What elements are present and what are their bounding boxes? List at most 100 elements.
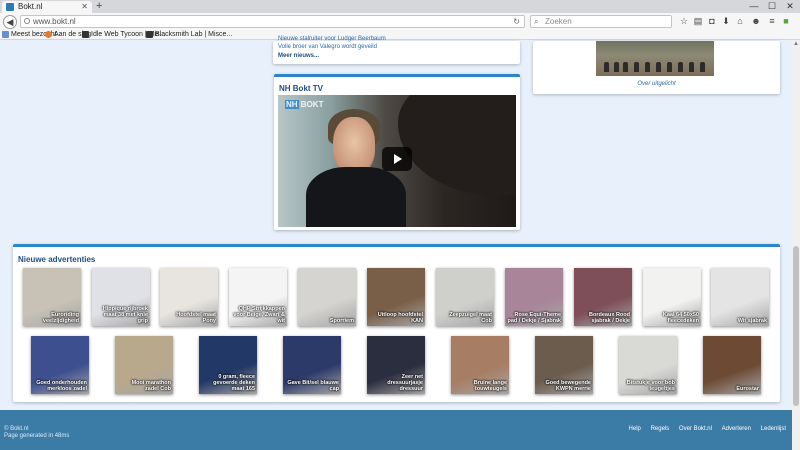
uitgelicht-panel: Over uitgelicht	[533, 41, 780, 94]
copyright: © Bokt.nl	[4, 426, 29, 432]
minimize-icon[interactable]: —	[744, 0, 764, 12]
ad-caption: Sporriem	[329, 318, 354, 324]
ad-tile[interactable]: Bordeaux Rood sjabrak / Dekje	[574, 268, 632, 326]
ads-title: Nieuwe advertenties	[18, 255, 96, 264]
search-placeholder: Zoeken	[545, 17, 572, 26]
reload-icon[interactable]: ↻	[513, 16, 520, 27]
pocket-icon[interactable]: ◘	[706, 14, 718, 28]
ad-tile[interactable]: Mooi marathon zadel Cob	[115, 336, 173, 394]
close-window-icon[interactable]: ✕	[780, 0, 800, 12]
ad-tile[interactable]: Zeepzuigel maat Cob	[436, 268, 494, 326]
footer: © Bokt.nl Page generated in 48ms Help Re…	[0, 410, 792, 450]
page-generated-text: Page generated in 48ms	[4, 433, 70, 439]
ad-caption: Bitstukje voor bob teugeltjes	[626, 380, 675, 392]
reading-list-icon[interactable]: ▤	[692, 14, 704, 28]
search-input[interactable]: ⌕ Zoeken	[530, 15, 672, 28]
footer-link-over[interactable]: Over Bokt.nl	[679, 426, 712, 432]
ad-tile[interactable]: Rose Equi-Theme pad / Dekje / Sjabrak	[505, 268, 563, 326]
close-tab-icon[interactable]: ✕	[81, 1, 88, 13]
tab-bar: Bokt.nl ✕ + — ☐ ✕	[0, 0, 800, 13]
footer-link-regels[interactable]: Regels	[651, 426, 670, 432]
ad-tile[interactable]: Zeer net dressuurjasje dressuur	[367, 336, 425, 394]
ad-caption: Eurostar	[736, 386, 759, 392]
home-icon[interactable]: ⌂	[734, 14, 746, 28]
tv-title: NH Bokt TV	[279, 84, 323, 93]
footer-links: Help Regels Over Bokt.nl Adverteren Lede…	[621, 426, 786, 432]
bookmarks-bar: Meest bezocht Aan de slag Idle Web Tycoo…	[0, 30, 800, 40]
ad-caption: Gave Bit/sel blauwe cap	[287, 380, 339, 392]
ad-caption: Zeepzuigel maat Cob	[449, 312, 492, 324]
ad-caption: Kaal 64 50x50 fleecedeken	[662, 312, 699, 324]
ad-caption: Mooi marathon zadel Cob	[131, 380, 171, 392]
maximize-icon[interactable]: ☐	[762, 0, 782, 12]
play-icon	[394, 154, 402, 164]
menu-icon[interactable]: ≡	[766, 14, 778, 28]
footer-link-adverteren[interactable]: Adverteren	[722, 426, 751, 432]
bokt-favicon-icon	[6, 3, 14, 11]
video-player[interactable]: NH BOKT	[278, 95, 516, 227]
ad-tile[interactable]: Bitstukje voor bob teugeltjes	[619, 336, 677, 394]
ad-tile[interactable]: Goed onderhouden merkloos zadel	[31, 336, 89, 394]
footer-link-help[interactable]: Help	[629, 426, 641, 432]
scrollbar-thumb[interactable]	[793, 246, 799, 406]
ad-caption: Euroriding veelzijdigheid	[42, 312, 79, 324]
ad-tile[interactable]: Gave Bit/sel blauwe cap	[283, 336, 341, 394]
tv-panel: NH Bokt TV NH BOKT	[274, 74, 520, 230]
ad-caption: 0 gram, fleece gevoerde deken maat 165	[213, 374, 255, 392]
ad-caption: Hoofdstel maat Pony	[176, 312, 216, 324]
ad-caption: QHP Strijkkappen voor Beige, Zwart & wit	[233, 306, 285, 324]
ads-panel: Nieuwe advertenties Euroriding veelzijdi…	[13, 244, 780, 402]
gear-icon	[2, 31, 9, 38]
news-link[interactable]: Nieuwe stalruiter voor Ludger Beerbaum	[278, 36, 386, 42]
ad-caption: Bordeaux Rood sjabrak / Dekje	[589, 312, 630, 324]
ad-caption: Goed onderhouden merkloos zadel	[36, 380, 87, 392]
ad-tile[interactable]: Kaal 64 50x50 fleecedeken	[643, 268, 701, 326]
ad-tile[interactable]: 0 gram, fleece gevoerde deken maat 165	[199, 336, 257, 394]
url-text: www.bokt.nl	[33, 17, 76, 26]
ad-tile[interactable]: QHP Strijkkappen voor Beige, Zwart & wit	[229, 268, 287, 326]
extension-icon[interactable]: ■	[780, 14, 792, 28]
ad-tile[interactable]: Sporriem	[298, 268, 356, 326]
ad-tile[interactable]: Wit sjabrak	[711, 268, 769, 326]
ad-tile[interactable]: Eurostar	[703, 336, 761, 394]
ad-caption: Goed bewegende KWPN merrie	[545, 380, 591, 392]
footer-link-ledenlijst[interactable]: Ledenlijst	[761, 426, 786, 432]
ad-caption: Bruine lange touwteugels	[473, 380, 507, 392]
back-arrow-icon[interactable]: ◀	[3, 15, 17, 29]
ad-caption: Zeer net dressuurjasje dressuur	[387, 374, 423, 392]
news-panel: Nieuwe stalruiter voor Ludger Beerbaum V…	[273, 36, 520, 64]
news-link[interactable]: Volle broer van Valegro wordt geveild	[278, 44, 377, 50]
info-icon[interactable]	[24, 18, 30, 24]
page-scrollbar[interactable]: ▲	[792, 41, 800, 450]
shield-icon	[146, 31, 153, 38]
scroll-up-icon[interactable]: ▲	[792, 41, 800, 49]
nh-bokt-logo: NH BOKT	[285, 100, 324, 109]
ad-tile[interactable]: Hippique rijbroek maat 38 met knie grip	[92, 268, 150, 326]
bookmark-star-icon[interactable]: ☆	[678, 14, 690, 28]
about-featured-link[interactable]: Over uitgelicht	[533, 81, 780, 87]
ad-caption: Wit sjabrak	[737, 318, 767, 324]
ad-tile[interactable]: Euroriding veelzijdigheid	[23, 268, 81, 326]
ad-caption: Uitloop hoofdstel KAN	[377, 312, 423, 324]
bookmark-blacksmith-lab[interactable]: Blacksmith Lab | Misce...	[146, 30, 232, 39]
browser-tab[interactable]: Bokt.nl ✕	[2, 1, 92, 13]
play-button[interactable]	[382, 147, 412, 171]
search-icon: ⌕	[534, 17, 539, 26]
new-tab-icon[interactable]: +	[96, 0, 102, 12]
firefox-icon	[45, 31, 52, 38]
more-news-link[interactable]: Meer nieuws...	[278, 53, 319, 59]
sync-icon[interactable]: ☻	[750, 14, 762, 28]
bookmark-label: Blacksmith Lab | Misce...	[155, 31, 233, 38]
ad-tile[interactable]: Hoofdstel maat Pony	[160, 268, 218, 326]
ad-tile[interactable]: Uitloop hoofdstel KAN	[367, 268, 425, 326]
featured-photo[interactable]	[596, 41, 714, 76]
tab-title: Bokt.nl	[18, 2, 43, 11]
ad-tile[interactable]: Bruine lange touwteugels	[451, 336, 509, 394]
ad-caption: Rose Equi-Theme pad / Dekje / Sjabrak	[507, 312, 562, 324]
presenter-image	[333, 117, 375, 173]
ad-tile[interactable]: Goed bewegende KWPN merrie	[535, 336, 593, 394]
url-bar[interactable]: www.bokt.nl ↻	[20, 15, 525, 28]
ad-caption: Hippique rijbroek maat 38 met knie grip	[102, 306, 148, 324]
downloads-icon[interactable]: ⬇	[720, 14, 732, 28]
shield-icon	[82, 31, 89, 38]
